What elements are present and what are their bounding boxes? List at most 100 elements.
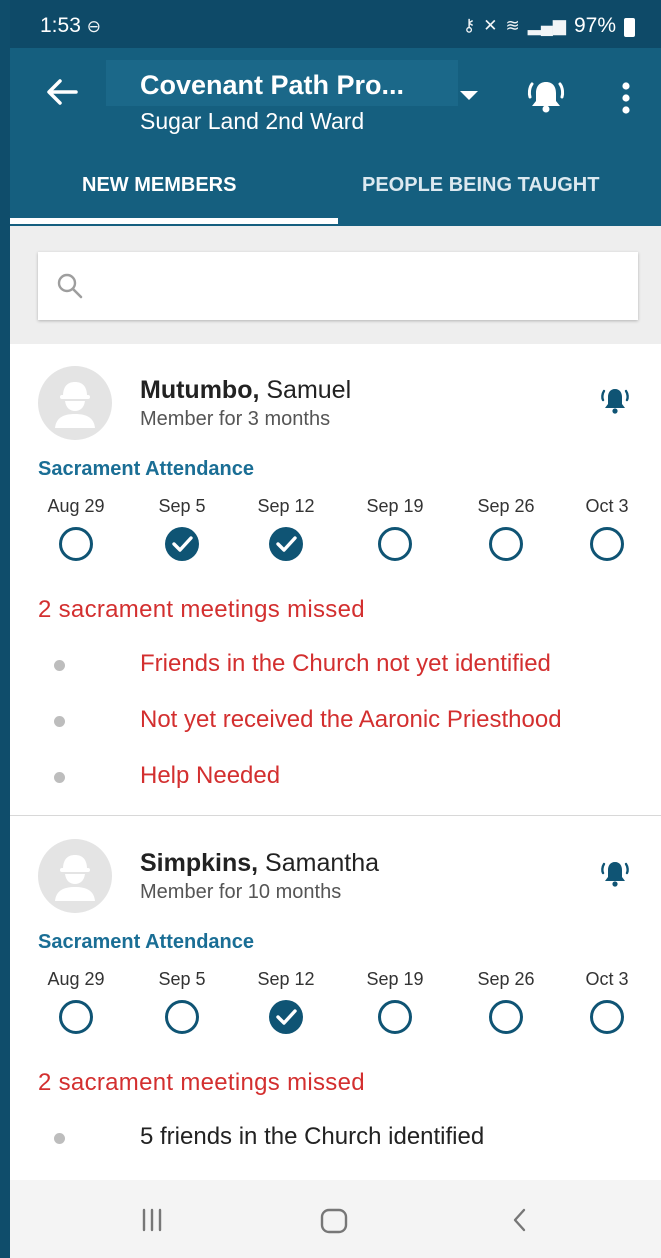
person-placeholder-icon [55,855,95,901]
circle-outline-icon[interactable] [377,526,413,562]
week-date: Sep 19 [366,969,424,989]
status-flag-text: Help Needed [140,762,281,789]
member-card[interactable]: Mutumbo, Samuel Member for 3 months Sacr… [10,344,661,816]
circle-outline-icon[interactable] [164,999,200,1035]
signal-icon: ▂▄▆ [527,16,566,35]
status-time: 1:53 ⊖ [40,14,101,38]
status-flag-item[interactable]: Help Needed [10,752,661,802]
page-subtitle: Sugar Land 2nd Ward [140,108,365,134]
recents-icon[interactable] [130,1198,174,1242]
week-date: Sep 5 [158,969,206,989]
attendance-label: Sacrament Attendance [38,458,254,480]
attendance-week[interactable]: Aug 29 [31,496,121,561]
status-flag-text: 5 friends in the Church identified [140,1123,485,1150]
week-date: Aug 29 [47,496,105,516]
app-bar: Covenant Path Pro... Sugar Land 2nd Ward [10,48,661,148]
caret-down-icon[interactable] [458,88,480,102]
status-flag-item[interactable]: Not yet received the Aaronic Priesthood [10,696,661,746]
mute-icon: ✕ [483,16,498,35]
battery-icon [624,17,635,37]
circle-outline-icon[interactable] [589,526,625,562]
status-bar: 1:53 ⊖ ⚷ ✕ ≋ ▂▄▆ 97% [10,0,661,48]
tab-people-being-taught-label: PEOPLE BEING TAUGHT [362,174,600,196]
member-last-name: Mutumbo, [140,376,260,404]
member-duration: Member for 10 months [140,881,342,903]
attendance-week[interactable]: Oct 3 [562,496,652,561]
attendance-week[interactable]: Sep 5 [137,496,227,561]
back-chevron-icon[interactable] [498,1198,542,1242]
circle-outline-icon[interactable] [377,999,413,1035]
attendance-week[interactable]: Sep 12 [241,969,331,1034]
bullet-dot [54,772,65,783]
circle-outline-icon[interactable] [488,526,524,562]
circle-outline-icon[interactable] [589,999,625,1035]
more-vertical-icon[interactable] [614,78,638,118]
missed-meetings-text: 2 sacrament meetings missed [38,596,365,623]
missed-meetings-text: 2 sacrament meetings missed [38,1069,365,1096]
check-circle-filled-icon[interactable] [268,526,304,562]
week-date: Oct 3 [585,969,629,989]
wifi-icon: ≋ [505,16,520,35]
person-placeholder-icon [55,382,95,428]
tab-new-members-label: NEW MEMBERS [82,174,237,196]
bullet-dot [54,1133,65,1144]
active-tab-indicator [10,218,338,224]
bullet-dot [54,716,65,727]
member-name: Simpkins, Samantha [140,849,379,878]
system-nav-bar [10,1180,661,1258]
search-area [10,226,661,344]
bell-ringing-icon[interactable] [600,857,630,891]
circle-outline-icon[interactable] [58,999,94,1035]
bullet-dot [54,660,65,671]
tab-bar: NEW MEMBERS PEOPLE BEING TAUGHT [10,148,661,226]
attendance-label: Sacrament Attendance [38,931,254,953]
avatar [38,839,112,913]
phone-screen: 1:53 ⊖ ⚷ ✕ ≋ ▂▄▆ 97% Covenant Path Pro..… [10,0,661,1258]
attendance-week[interactable]: Sep 5 [137,969,227,1034]
attendance-week[interactable]: Oct 3 [562,969,652,1034]
week-date: Sep 26 [477,969,535,989]
avatar [38,366,112,440]
search-icon [57,273,83,299]
status-flag-text: Friends in the Church not yet identified [140,650,551,677]
bell-ringing-icon[interactable] [600,384,630,418]
attendance-week[interactable]: Sep 19 [350,969,440,1034]
search-input[interactable] [98,266,618,306]
status-time-text: 1:53 [40,14,81,37]
circle-outline-icon[interactable] [488,999,524,1035]
home-icon[interactable] [312,1198,356,1242]
member-first-name: Samantha [265,849,380,877]
circle-outline-icon[interactable] [58,526,94,562]
attendance-week[interactable]: Sep 19 [350,496,440,561]
member-name: Mutumbo, Samuel [140,376,351,405]
check-circle-filled-icon[interactable] [164,526,200,562]
tab-new-members[interactable]: NEW MEMBERS [10,148,338,226]
do-not-disturb-icon: ⊖ [86,17,101,36]
status-flag-item[interactable]: Friends in the Church not yet identified [10,640,661,690]
attendance-week[interactable]: Aug 29 [31,969,121,1034]
week-date: Oct 3 [585,496,629,516]
week-date: Sep 12 [257,496,315,516]
tab-people-being-taught[interactable]: PEOPLE BEING TAUGHT [338,148,661,226]
member-duration: Member for 3 months [140,408,331,430]
week-date: Sep 26 [477,496,535,516]
battery-percent: 97% [573,14,616,37]
arrow-left-icon[interactable] [40,70,84,114]
bell-ringing-icon[interactable] [526,76,566,116]
status-flag-item[interactable]: 5 friends in the Church identified [10,1113,661,1163]
week-date: Sep 5 [158,496,206,516]
attendance-week[interactable]: Sep 12 [241,496,331,561]
member-last-name: Simpkins, [140,849,259,877]
attendance-week[interactable]: Sep 26 [461,969,551,1034]
search-box[interactable] [38,252,638,320]
member-first-name: Samuel [266,376,352,404]
member-list: Mutumbo, Samuel Member for 3 months Sacr… [10,344,661,1180]
status-flag-text: Not yet received the Aaronic Priesthood [140,706,562,733]
vpn-key-icon: ⚷ [462,16,476,35]
check-circle-filled-icon[interactable] [268,999,304,1035]
member-card[interactable]: Simpkins, Samantha Member for 10 months … [10,817,661,1180]
page-title[interactable]: Covenant Path Pro... [140,70,404,101]
week-date: Aug 29 [47,969,105,989]
status-right: ⚷ ✕ ≋ ▂▄▆ 97% [463,14,635,38]
attendance-week[interactable]: Sep 26 [461,496,551,561]
